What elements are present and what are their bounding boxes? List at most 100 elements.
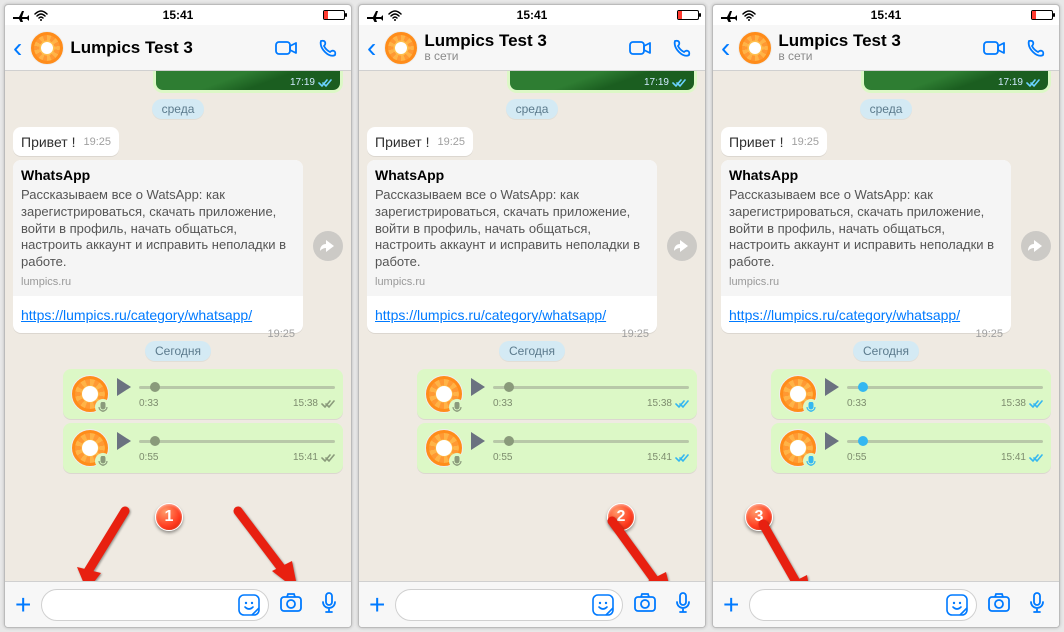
video-call-button[interactable] [977, 38, 1013, 58]
play-button[interactable] [471, 378, 485, 396]
voice-call-button[interactable] [1019, 38, 1053, 58]
voice-time: 15:38 [1001, 398, 1026, 409]
voice-record-button[interactable] [667, 591, 699, 619]
voice-message-2[interactable]: 0:55 15:41 [771, 423, 1051, 473]
link-preview-description: Рассказываем все о WatsApp: как зарегист… [729, 187, 1003, 271]
play-button[interactable] [117, 378, 131, 396]
contact-avatar[interactable] [30, 31, 64, 65]
attach-button[interactable]: + [11, 589, 35, 621]
voice-duration: 0:33 [847, 398, 866, 409]
chat-input-bar: + [359, 581, 705, 627]
chat-panel[interactable]: 17:19 среда Привет ! 19:25 WhatsApp Расс… [359, 71, 705, 581]
voice-seek-track[interactable] [847, 440, 1043, 443]
link-url[interactable]: https://lumpics.ru/category/whatsapp/ [21, 300, 295, 325]
sticker-icon[interactable] [946, 594, 968, 616]
read-ticks-icon [675, 399, 689, 409]
voice-call-button[interactable] [665, 38, 699, 58]
sent-image-time: 17:19 [644, 77, 669, 88]
contact-title[interactable]: Lumpics Test 3 в сети [424, 31, 617, 64]
airplane-mode-icon [11, 8, 29, 22]
voice-message-2[interactable]: 0:55 15:41 [63, 423, 343, 473]
greeting-text: Привет ! [21, 134, 75, 150]
voice-call-button[interactable] [311, 38, 345, 58]
play-button[interactable] [471, 432, 485, 450]
message-input[interactable] [41, 589, 269, 621]
mic-status-icon [95, 399, 111, 415]
contact-name: Lumpics Test 3 [70, 38, 263, 58]
incoming-link-message[interactable]: WhatsApp Рассказываем все о WatsApp: как… [367, 160, 657, 333]
chat-input-bar: + [5, 581, 351, 627]
battery-icon [1031, 10, 1053, 20]
chat-panel[interactable]: 17:19 среда Привет ! 19:25 WhatsApp Расс… [5, 71, 351, 581]
battery-icon [677, 10, 699, 20]
voice-seek-track[interactable] [139, 440, 335, 443]
voice-message-1[interactable]: 0:33 15:38 [417, 369, 697, 419]
status-bar: 15:41 [713, 5, 1059, 25]
greeting-text: Привет ! [375, 134, 429, 150]
attach-button[interactable]: + [365, 589, 389, 621]
link-preview-domain: lumpics.ru [21, 275, 295, 290]
step-badge-3: 3 [745, 503, 773, 531]
attach-button[interactable]: + [719, 589, 743, 621]
status-bar: 15:41 [359, 5, 705, 25]
voice-seek-track[interactable] [847, 386, 1043, 389]
voice-message-1[interactable]: 0:33 15:38 [771, 369, 1051, 419]
back-button[interactable]: ‹ [719, 32, 732, 64]
link-url[interactable]: https://lumpics.ru/category/whatsapp/ [375, 300, 649, 325]
incoming-greeting[interactable]: Привет ! 19:25 [721, 127, 827, 156]
greeting-time: 19:25 [437, 135, 465, 150]
voice-message-1[interactable]: 0:33 15:38 [63, 369, 343, 419]
incoming-greeting[interactable]: Привет ! 19:25 [13, 127, 119, 156]
chat-input-bar: + [713, 581, 1059, 627]
status-time: 15:41 [871, 8, 902, 22]
phone-panel-3: 15:41 ‹ Lumpics Test 3 в сети 17:19 сред… [712, 4, 1060, 628]
delivery-ticks-icon [321, 453, 335, 463]
contact-avatar[interactable] [384, 31, 418, 65]
forward-button[interactable] [313, 231, 343, 261]
message-input[interactable] [395, 589, 623, 621]
mic-status-icon [803, 399, 819, 415]
sticker-icon[interactable] [592, 594, 614, 616]
mic-status-icon [449, 399, 465, 415]
incoming-greeting[interactable]: Привет ! 19:25 [367, 127, 473, 156]
video-call-button[interactable] [269, 38, 305, 58]
sent-image-tail[interactable]: 17:19 [507, 71, 697, 93]
camera-button[interactable] [983, 591, 1015, 618]
camera-button[interactable] [629, 591, 661, 618]
sent-image-tail[interactable]: 17:19 [861, 71, 1051, 93]
voice-seek-track[interactable] [493, 440, 689, 443]
phone-panel-2: 15:41 ‹ Lumpics Test 3 в сети 17:19 сред… [358, 4, 706, 628]
incoming-link-message[interactable]: WhatsApp Рассказываем все о WatsApp: как… [721, 160, 1011, 333]
sticker-icon[interactable] [238, 594, 260, 616]
phone-panel-1: 15:41 ‹ Lumpics Test 3 17:19 среда Приве… [4, 4, 352, 628]
voice-time: 15:41 [293, 452, 318, 463]
contact-title[interactable]: Lumpics Test 3 в сети [778, 31, 971, 64]
voice-seek-track[interactable] [139, 386, 335, 389]
chat-panel[interactable]: 17:19 среда Привет ! 19:25 WhatsApp Расс… [713, 71, 1059, 581]
contact-avatar[interactable] [738, 31, 772, 65]
annotation-arrow [755, 519, 825, 581]
contact-title[interactable]: Lumpics Test 3 [70, 38, 263, 58]
mic-status-icon [449, 453, 465, 469]
video-call-button[interactable] [623, 38, 659, 58]
voice-record-button[interactable] [313, 591, 345, 619]
back-button[interactable]: ‹ [11, 32, 24, 64]
play-button[interactable] [825, 432, 839, 450]
forward-button[interactable] [667, 231, 697, 261]
read-ticks-icon [1029, 453, 1043, 463]
play-button[interactable] [825, 378, 839, 396]
link-url[interactable]: https://lumpics.ru/category/whatsapp/ [729, 300, 1003, 325]
play-button[interactable] [117, 432, 131, 450]
forward-button[interactable] [1021, 231, 1051, 261]
read-ticks-icon [318, 78, 332, 88]
voice-record-button[interactable] [1021, 591, 1053, 619]
message-input[interactable] [749, 589, 977, 621]
back-button[interactable]: ‹ [365, 32, 378, 64]
sent-image-tail[interactable]: 17:19 [153, 71, 343, 93]
wifi-icon [33, 8, 49, 22]
voice-seek-track[interactable] [493, 386, 689, 389]
incoming-link-message[interactable]: WhatsApp Рассказываем все о WatsApp: как… [13, 160, 303, 333]
camera-button[interactable] [275, 591, 307, 618]
date-chip-wednesday: среда [860, 99, 913, 119]
voice-message-2[interactable]: 0:55 15:41 [417, 423, 697, 473]
